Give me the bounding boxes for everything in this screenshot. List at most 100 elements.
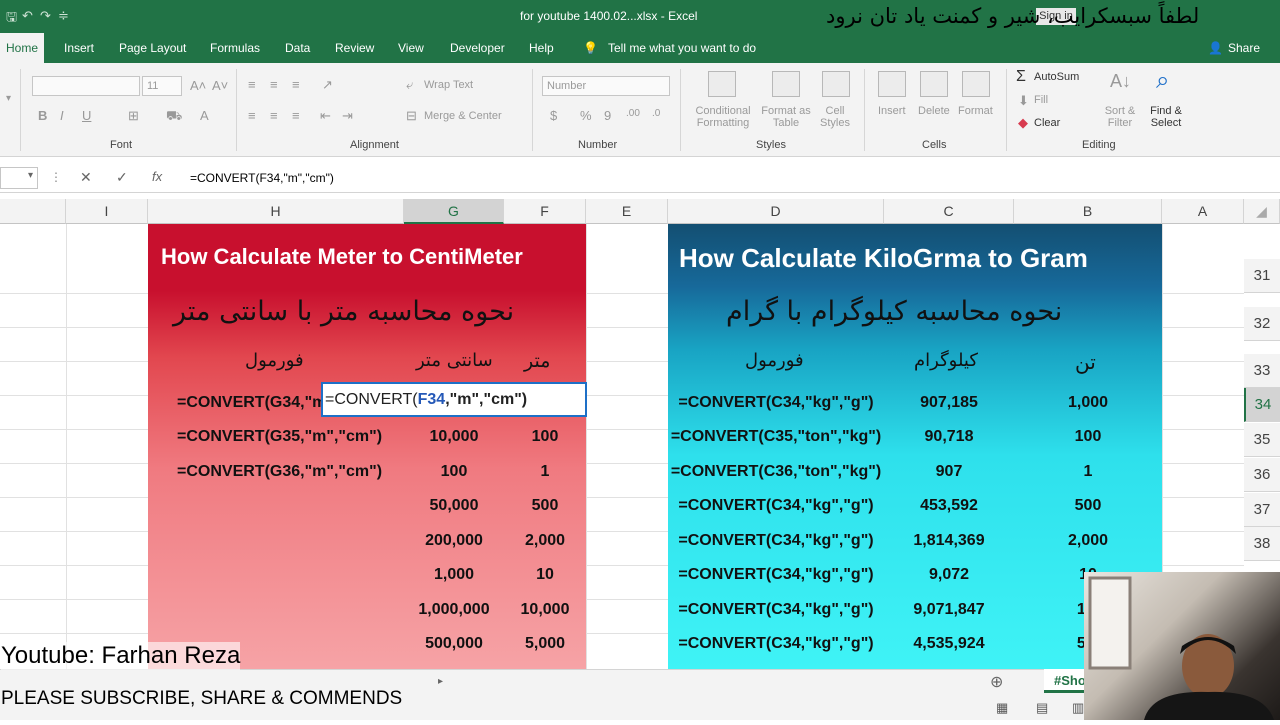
font-color-icon[interactable]: A [200,108,209,123]
undo-icon[interactable]: ↶ [22,8,33,24]
cell-styles-button[interactable]: Cell Styles [814,105,856,129]
find-select-button[interactable]: Find & Select [1146,105,1186,129]
merge-center-button[interactable]: Merge & Center [424,110,502,122]
align-left-icon[interactable]: ≡ [248,108,256,123]
centimeter-cell[interactable]: 500,000 [404,635,504,653]
tab-formulas[interactable]: Formulas [210,41,260,55]
ton-cell[interactable]: 100 [1014,428,1162,446]
formula-cell[interactable]: =CONVERT(G34,"m [177,394,326,412]
row-header-33[interactable]: 33 [1244,354,1280,388]
row-header-32[interactable]: 32 [1244,307,1280,341]
underline-icon[interactable]: U [82,108,91,123]
delete-cells-button[interactable]: Delete [918,105,950,117]
column-header-a[interactable]: A [1162,199,1244,224]
page-layout-view-icon[interactable]: ▤ [1036,700,1048,716]
clear-button[interactable]: Clear [1034,117,1060,129]
meter-cell[interactable]: 2,000 [504,532,586,550]
row-header-37[interactable]: 37 [1244,493,1280,527]
row-header-38[interactable]: 38 [1244,527,1280,561]
kilogram-cell[interactable]: 4,535,924 [884,635,1014,653]
formula-input[interactable]: =CONVERT(F34,"m","cm") [190,171,334,185]
autosum-button[interactable]: AutoSum [1034,71,1079,83]
align-top-icon[interactable]: ≡ [248,77,256,92]
increase-indent-icon[interactable]: ⇥ [342,108,353,124]
customize-quick-access-icon[interactable]: ≑ [58,8,69,24]
orientation-icon[interactable]: ↗ [322,77,333,93]
bold-icon[interactable]: B [38,108,47,123]
kilogram-cell[interactable]: 1,814,369 [884,532,1014,550]
formula-cell[interactable]: =CONVERT(C34,"kg","g") [668,635,884,653]
font-size-dropdown[interactable]: 11 [142,76,182,96]
tab-page-layout[interactable]: Page Layout [119,41,186,55]
enter-icon[interactable]: ✓ [116,169,128,186]
tell-me-search[interactable]: Tell me what you want to do [608,41,756,55]
formula-cell[interactable]: =CONVERT(G36,"m","cm") [177,463,382,481]
font-name-dropdown[interactable] [32,76,140,96]
format-as-table-button[interactable]: Format as Table [758,105,814,129]
percent-icon[interactable]: % [580,108,592,123]
column-header-d[interactable]: D [668,199,884,224]
kilogram-cell[interactable]: 907,185 [884,394,1014,412]
tab-view[interactable]: View [398,41,424,55]
ton-cell[interactable]: 500 [1014,497,1162,515]
insert-function-icon[interactable]: fx [152,169,162,184]
centimeter-cell[interactable]: 200,000 [404,532,504,550]
formula-cell[interactable]: =CONVERT(G35,"m","cm") [177,428,382,446]
centimeter-cell[interactable]: 1,000 [404,566,504,584]
format-cells-button[interactable]: Format [958,105,993,117]
row-header-34[interactable]: 34 [1244,388,1280,422]
decrease-decimal-icon[interactable]: .0 [652,108,660,119]
scroll-right-icon[interactable]: ▸ [438,676,443,687]
formula-cell[interactable]: =CONVERT(C34,"kg","g") [668,532,884,550]
formula-cell[interactable]: =CONVERT(C34,"kg","g") [668,566,884,584]
meter-cell[interactable]: 10 [504,566,586,584]
tab-home[interactable]: Home [0,33,45,63]
column-header-i[interactable]: I [66,199,148,224]
ton-cell[interactable]: 1 [1014,463,1162,481]
formula-cell[interactable]: =CONVERT(C36,"ton","kg") [668,463,884,481]
currency-icon[interactable]: $ [550,108,557,123]
align-middle-icon[interactable]: ≡ [270,77,278,92]
meter-cell[interactable]: 100 [504,428,586,446]
row-header-35[interactable]: 35 [1244,423,1280,457]
row-header-36[interactable]: 36 [1244,458,1280,492]
select-all-corner[interactable]: ◢ [1244,199,1280,224]
decrease-indent-icon[interactable]: ⇤ [320,108,331,124]
align-right-icon[interactable]: ≡ [292,108,300,123]
formula-cell[interactable]: =CONVERT(C34,"kg","g") [668,497,884,515]
increase-decimal-icon[interactable]: .00 [626,108,640,119]
fill-color-icon[interactable]: ⛟ [166,108,182,126]
kilogram-cell[interactable]: 9,071,847 [884,601,1014,619]
increase-font-icon[interactable]: A˄ [190,78,206,93]
meter-cell[interactable]: 1 [504,463,586,481]
formula-cell[interactable]: =CONVERT(C35,"ton","kg") [668,428,884,446]
italic-icon[interactable]: I [60,108,64,123]
insert-cells-button[interactable]: Insert [878,105,906,117]
column-header-g[interactable]: G [404,199,504,224]
tab-insert[interactable]: Insert [64,41,94,55]
decrease-font-icon[interactable]: A˅ [212,78,228,93]
column-header-c[interactable]: C [884,199,1014,224]
page-break-view-icon[interactable]: ▥ [1072,700,1084,716]
tab-review[interactable]: Review [335,41,374,55]
save-icon[interactable]: 🖫 [6,8,17,30]
tab-help[interactable]: Help [529,41,554,55]
column-header-f[interactable]: F [504,199,586,224]
column-header-h[interactable]: H [148,199,404,224]
cancel-icon[interactable]: ✕ [80,169,92,186]
add-sheet-icon[interactable]: ⊕ [990,672,1003,692]
ton-cell[interactable]: 1,000 [1014,394,1162,412]
meter-cell[interactable]: 10,000 [504,601,586,619]
centimeter-cell[interactable]: 1,000,000 [404,601,504,619]
wrap-text-button[interactable]: Wrap Text [424,79,473,91]
number-format-dropdown[interactable]: Number [542,76,670,96]
chevron-down-icon[interactable]: ▾ [28,170,33,181]
normal-view-icon[interactable]: ▦ [996,700,1008,716]
name-box[interactable]: ▾ [0,167,38,189]
share-button[interactable]: Share [1228,41,1260,55]
borders-icon[interactable]: ⊞ [128,108,139,124]
centimeter-cell[interactable]: 100 [404,463,504,481]
kilogram-cell[interactable]: 453,592 [884,497,1014,515]
column-header-e[interactable]: E [586,199,668,224]
kilogram-cell[interactable]: 9,072 [884,566,1014,584]
